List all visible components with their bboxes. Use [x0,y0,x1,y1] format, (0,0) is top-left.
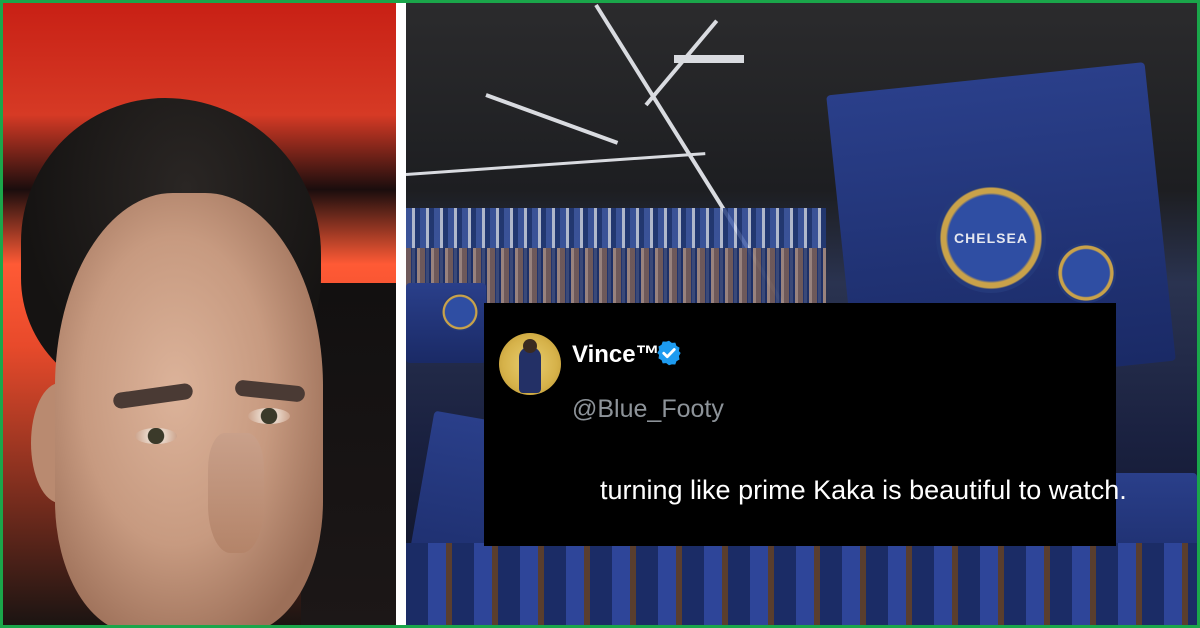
crest-text: CHELSEA [954,230,1028,246]
avatar-figure [519,347,541,393]
roof-truss [485,93,619,145]
club-crest: CHELSEA [936,183,1046,293]
avatar-head [523,339,537,353]
club-crest [1056,243,1116,303]
roof-truss [406,152,706,176]
panel-divider [396,3,406,625]
club-crest [441,293,479,331]
verified-badge-icon [657,340,681,366]
left-eye [135,428,177,444]
nose [208,433,264,553]
tweet-text: turning like prime Kaka is beautiful to … [600,475,1127,505]
right-eye [248,408,290,424]
flags-and-crowd [406,543,1197,625]
roof-light [674,55,744,63]
avatar[interactable] [499,333,561,395]
tweet-card[interactable]: Vince™ @Blue_Footy turning like prime Ka… [484,303,1127,546]
portrait-photo [3,3,396,625]
user-handle[interactable]: @Blue_Footy [572,395,724,424]
display-name[interactable]: Vince™ [572,341,660,369]
